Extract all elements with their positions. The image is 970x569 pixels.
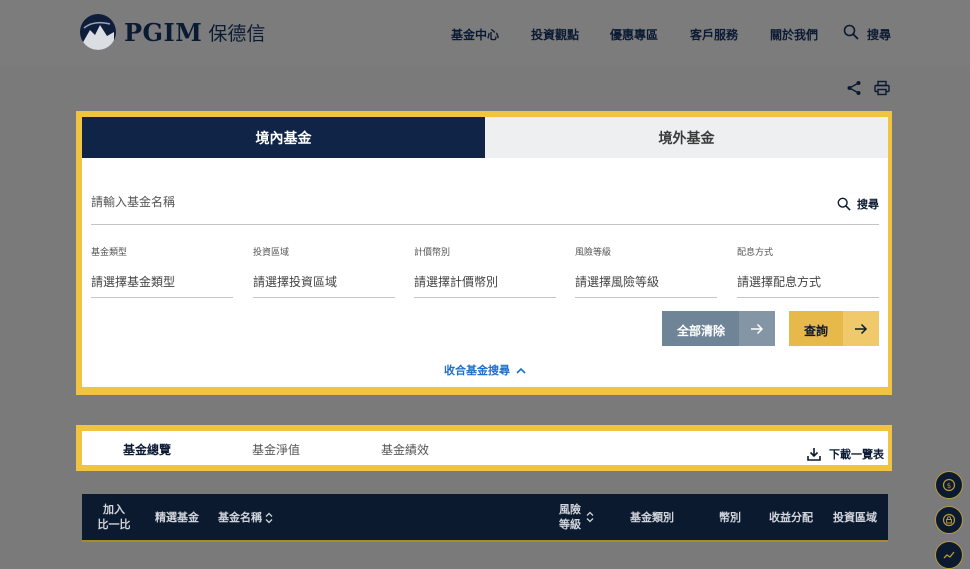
print-icon[interactable]: [874, 80, 890, 100]
fund-overview-tabs: 基金總覽 基金淨值 基金績效 下載一覽表: [82, 431, 888, 465]
download-list-button[interactable]: 下載一覽表: [807, 446, 884, 462]
filter-investment-region[interactable]: 投資區域 請選擇投資區域: [253, 245, 395, 298]
query-button[interactable]: 查詢: [789, 311, 879, 346]
brand-name-cn: 保德信: [208, 22, 266, 45]
lock-icon: [942, 513, 956, 527]
tab-fund-performance[interactable]: 基金績效: [381, 441, 429, 458]
column-fund-name-label: 基金名稱: [218, 511, 262, 524]
floating-chart-button[interactable]: [935, 541, 963, 569]
sort-icon[interactable]: [265, 512, 273, 524]
brand-name: PGIM: [124, 17, 203, 47]
fund-search-row: 搜尋: [91, 187, 879, 225]
share-icon[interactable]: [846, 80, 862, 100]
brand-logo[interactable]: PGIM 保德信: [80, 14, 265, 50]
sort-icon[interactable]: [586, 511, 594, 523]
coin-icon: $: [942, 478, 956, 492]
column-risk-line1: 風險: [559, 503, 581, 516]
search-button[interactable]: 搜尋: [837, 196, 879, 212]
svg-text:$: $: [947, 482, 951, 490]
download-label: 下載一覽表: [829, 448, 884, 461]
column-fund-type: 基金類別: [630, 511, 674, 524]
filter-label: 計價幣別: [414, 248, 451, 258]
arrow-right-icon: [739, 311, 775, 346]
column-currency: 幣別: [719, 511, 741, 524]
clear-all-button[interactable]: 全部清除: [662, 311, 775, 346]
column-risk-level[interactable]: 風險 等級: [559, 502, 594, 532]
nav-item-insights[interactable]: 投資觀點: [531, 26, 579, 43]
fund-name-search-input[interactable]: [91, 195, 791, 209]
filter-label: 投資區域: [253, 248, 290, 258]
tab-fund-nav[interactable]: 基金淨值: [252, 441, 300, 458]
site-header: PGIM 保德信 基金中心 投資觀點 優惠專區 客戶服務 關於我們 搜尋: [0, 0, 970, 66]
chevron-up-icon: [516, 367, 526, 374]
trend-chart-icon: [942, 548, 956, 562]
query-label: 查詢: [804, 324, 829, 338]
filter-distribution-method[interactable]: 配息方式 請選擇配息方式: [737, 245, 879, 298]
clear-all-label: 全部清除: [677, 324, 726, 338]
filter-select-investment-region[interactable]: 請選擇投資區域: [253, 273, 337, 290]
search-icon: [837, 197, 851, 211]
nav-item-customer-service[interactable]: 客戶服務: [690, 26, 738, 43]
nav-item-about-us[interactable]: 關於我們: [770, 26, 818, 43]
filter-select-distribution-method[interactable]: 請選擇配息方式: [737, 273, 821, 290]
nav-search-label[interactable]: 搜尋: [867, 26, 891, 43]
collapse-search-label: 收合基金搜尋: [444, 364, 510, 377]
arrow-right-icon: [843, 311, 879, 346]
floating-lock-button[interactable]: [935, 506, 963, 534]
collapse-search-link[interactable]: 收合基金搜尋: [444, 362, 526, 378]
column-fund-name[interactable]: 基金名稱: [218, 510, 273, 525]
filter-fund-type[interactable]: 基金類型 請選擇基金類型: [91, 245, 233, 298]
column-compare: 加入 比一比: [96, 502, 132, 532]
download-icon: [807, 447, 821, 461]
rock-logo-icon: [80, 14, 116, 50]
filter-risk-level[interactable]: 風險等級 請選擇風險等級: [575, 245, 717, 298]
filter-select-currency[interactable]: 請選擇計價幣別: [414, 273, 498, 290]
filter-label: 風險等級: [575, 248, 612, 258]
filter-currency[interactable]: 計價幣別 請選擇計價幣別: [414, 245, 556, 298]
nav-item-fund-center[interactable]: 基金中心: [451, 26, 499, 43]
filter-select-fund-type[interactable]: 請選擇基金類型: [91, 273, 175, 290]
floating-currency-button[interactable]: $: [935, 471, 963, 499]
search-button-label: 搜尋: [857, 198, 879, 211]
nav-item-promotions[interactable]: 優惠專區: [610, 26, 658, 43]
filter-label: 基金類型: [91, 248, 128, 258]
tab-domestic-funds[interactable]: 境內基金: [82, 117, 485, 158]
column-featured: 精選基金: [155, 511, 199, 524]
column-compare-line1: 加入: [103, 503, 125, 516]
column-compare-line2: 比一比: [97, 518, 131, 531]
column-distribution: 收益分配: [769, 511, 813, 524]
filter-select-risk-level[interactable]: 請選擇風險等級: [575, 273, 659, 290]
column-region: 投資區域: [833, 511, 877, 524]
tab-offshore-funds[interactable]: 境外基金: [485, 117, 888, 158]
search-icon[interactable]: [843, 24, 859, 44]
fund-search-panel: 境內基金 境外基金 搜尋 基金類型 請選擇基金類型 投資區域 請選擇投資區域 計…: [82, 117, 888, 387]
fund-table-header: 加入 比一比 精選基金 基金名稱 風險 等級 基金類別 幣別 收益分配 投資區域: [82, 494, 888, 542]
tab-fund-overview[interactable]: 基金總覽: [123, 441, 171, 458]
filter-label: 配息方式: [737, 248, 774, 258]
column-risk-line2: 等級: [559, 518, 581, 531]
